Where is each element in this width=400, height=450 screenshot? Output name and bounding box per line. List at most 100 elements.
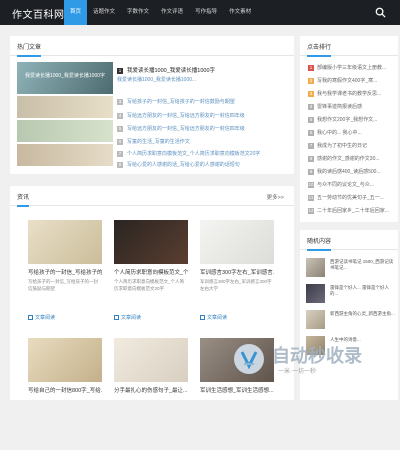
- nav-item-guide[interactable]: 写作指导: [189, 0, 223, 25]
- rank-number: 1: [117, 67, 123, 74]
- card-image[interactable]: [200, 338, 274, 382]
- rank-number: 6: [308, 129, 314, 136]
- panel-title: 资讯: [17, 192, 30, 207]
- thumbnail-image[interactable]: [17, 96, 113, 118]
- ranking-item[interactable]: 7 我成为了初中生的日记: [308, 142, 394, 149]
- rank-number: 3: [308, 90, 314, 97]
- hot-list-item[interactable]: 8 写给心爱的人感谢的话_写给心爱的人感谢的话短句: [117, 161, 287, 168]
- card-image[interactable]: [200, 220, 274, 264]
- rank-number: 9: [308, 168, 314, 175]
- hot-list-item[interactable]: 5 写给远方朋友的一封信_写给远方朋友的一封信四年级: [117, 125, 287, 132]
- hot-list-item[interactable]: 7 个人简历求职意向模板范文_个人简历求职意向模板范文20字: [117, 150, 287, 157]
- card-image[interactable]: [28, 338, 102, 382]
- more-link[interactable]: 更多>>: [267, 193, 284, 201]
- nav-item-wordcount[interactable]: 字数作文: [121, 0, 155, 25]
- random-item[interactable]: 新西游主角的心灵_新西游主角...: [306, 310, 396, 330]
- nav-item-home[interactable]: 首页: [64, 0, 88, 25]
- ranking-item[interactable]: 11 五一劳动节的优美句子_五一...: [308, 194, 394, 201]
- random-item-title[interactable]: 人生中的诗意...: [330, 337, 396, 351]
- random-thumbnail[interactable]: [306, 336, 325, 355]
- essays-panel: 资讯 更多>> 写给孩子的一封信_写给孩子的一... 写给孩子的一封信_写给孩子…: [10, 186, 294, 400]
- ranking-item[interactable]: 2 写我的寒假作文400字_寒...: [308, 77, 394, 84]
- rank-number: 6: [117, 138, 123, 145]
- random-item[interactable]: 西游记读书笔记 1500_西游记读书笔记...: [306, 258, 394, 278]
- ranking-item[interactable]: 9 我的读后感400_读后感500...: [308, 168, 394, 175]
- card-tag[interactable]: 文章阅读: [114, 314, 141, 321]
- rank-number: 7: [308, 142, 314, 149]
- hot-articles-panel: 热门文章 我爱读长播1000_我爱读长播1000字 1 我爱读长播1000_我爱读…: [10, 36, 294, 174]
- ranking-item[interactable]: 8 感谢的作文_感谢的作文30...: [308, 155, 394, 162]
- card-title[interactable]: 军训感言300字左右_军训感言...: [200, 268, 274, 276]
- hot-list-item[interactable]: 3 写给孩子的一封信_写给孩子的一封信鼓励与期望: [117, 98, 287, 105]
- ranking-item[interactable]: 5 我想作文200字_我想作文...: [308, 116, 394, 123]
- rank-number: 1: [308, 64, 314, 71]
- hot-list-item[interactable]: 6 写童的生活_写童的生活作文: [117, 138, 287, 145]
- panel-header: 热门文章: [10, 36, 294, 57]
- essay-card[interactable]: 军训感言300字左右_军训感言... 军训感言300字左右_军训感言300字左右…: [200, 220, 274, 332]
- ranking-item[interactable]: 4 雷锋事迹简报读后感: [308, 103, 394, 110]
- featured-image-caption: 我爱读长播1000_我爱读长播1000字: [24, 73, 106, 79]
- random-item-title[interactable]: 雷锋是个好人... 雷锋是个好人的...: [330, 285, 396, 299]
- essay-card[interactable]: 写给孩子的一封信_写给孩子的一... 写给孩子的一封信_写给孩子的一封信鼓励与期…: [28, 220, 102, 332]
- ranking-panel: 点击排行 1 部编版小学三年级语文上册教... 2 写我的寒假作文400字_寒...…: [300, 36, 398, 222]
- card-title[interactable]: 写给自己的一封信800字_写给...: [28, 386, 102, 394]
- random-item[interactable]: 雷锋是个好人... 雷锋是个好人的...: [306, 284, 394, 304]
- featured-image[interactable]: 我爱读长播1000_我爱读长播1000字: [17, 62, 113, 94]
- random-thumbnail[interactable]: [306, 310, 325, 329]
- hot-list-item[interactable]: 1 我爱读长播1000_我爱读长播1000字: [117, 66, 287, 74]
- rank-number: 5: [117, 125, 123, 132]
- nav-item-material[interactable]: 作文素材: [223, 0, 257, 25]
- panel-header: 资讯 更多>>: [10, 186, 294, 207]
- rank-number: 5: [308, 116, 314, 123]
- random-item[interactable]: 人生中的诗意...: [306, 336, 394, 356]
- site-logo[interactable]: 作文百科网: [12, 6, 65, 21]
- hot-list-item[interactable]: 我爱读长播1000_我爱读长播1000...: [117, 76, 287, 83]
- rank-number: 11: [308, 194, 314, 201]
- rank-number: 12: [308, 207, 314, 214]
- essay-card[interactable]: 写给自己的一封信800字_写给...: [28, 338, 102, 450]
- rank-number: 8: [308, 155, 314, 162]
- card-tag[interactable]: 文章阅读: [200, 314, 227, 321]
- thumbnail-image[interactable]: [17, 144, 113, 166]
- random-panel: 随机内容 西游记读书笔记 1500_西游记读书笔记... 雷锋是个好人... 雷…: [300, 230, 398, 400]
- card-description: 个人简历求职意向模板范文_个人简历求职意向模板范文20字: [114, 279, 185, 291]
- essay-card[interactable]: 军训生活感想_军训生活感想...: [200, 338, 274, 450]
- search-icon[interactable]: [375, 7, 386, 18]
- ranking-item[interactable]: 3 我与我学课老书的教学反思...: [308, 90, 394, 97]
- rank-number: 7: [117, 150, 123, 157]
- card-image[interactable]: [114, 220, 188, 264]
- random-thumbnail[interactable]: [306, 258, 325, 277]
- ranking-item[interactable]: 6 我心中的... 我心中...: [308, 129, 394, 136]
- nav-item-comments[interactable]: 作文评语: [155, 0, 189, 25]
- random-item-title[interactable]: 新西游主角的心灵_新西游主角...: [330, 311, 396, 325]
- card-description: 军训感言300字左右_军训感言300字左右大学: [200, 279, 272, 291]
- card-image[interactable]: [114, 338, 188, 382]
- essay-card[interactable]: 分手最扎心的伤感句子_最让...: [114, 338, 188, 450]
- card-title[interactable]: 军训生活感想_军训生活感想...: [200, 386, 274, 394]
- rank-number: 3: [117, 98, 123, 105]
- random-item-title[interactable]: 西游记读书笔记 1500_西游记读书笔记...: [330, 259, 396, 273]
- ranking-item[interactable]: 1 部编版小学三年级语文上册教...: [308, 64, 394, 71]
- card-description: 写给孩子的一封信_写给孩子的一封信鼓励与期望: [28, 279, 99, 291]
- thumbnail-image[interactable]: [17, 120, 113, 142]
- card-title[interactable]: 写给孩子的一封信_写给孩子的一...: [28, 268, 102, 276]
- hot-list-item[interactable]: 4 写给远方朋友的一封信_写给远方朋友的一封信四年级: [117, 112, 287, 119]
- rank-number: 2: [308, 77, 314, 84]
- ranking-item[interactable]: 10 与众不同的议论文_与众...: [308, 181, 394, 188]
- nav-item-topic[interactable]: 话题作文: [87, 0, 121, 25]
- rank-number: 4: [308, 103, 314, 110]
- ranking-item[interactable]: 12 二十年后回家乡_二十年后回家...: [308, 207, 394, 214]
- panel-title: 点击排行: [307, 42, 332, 57]
- card-image[interactable]: [28, 220, 102, 264]
- essay-card[interactable]: 个人简历求职意向模板范文_个人... 个人简历求职意向模板范文_个人简历求职意向…: [114, 220, 188, 332]
- panel-header: 随机内容: [300, 230, 398, 251]
- panel-title: 热门文章: [17, 42, 42, 57]
- card-title[interactable]: 个人简历求职意向模板范文_个人...: [114, 268, 188, 276]
- panel-header: 点击排行: [300, 36, 398, 57]
- rank-number: 10: [308, 181, 314, 188]
- card-title[interactable]: 分手最扎心的伤感句子_最让...: [114, 386, 188, 394]
- random-thumbnail[interactable]: [306, 284, 325, 303]
- rank-number: 8: [117, 161, 123, 168]
- rank-number: 4: [117, 112, 123, 119]
- card-tag[interactable]: 文章阅读: [28, 314, 55, 321]
